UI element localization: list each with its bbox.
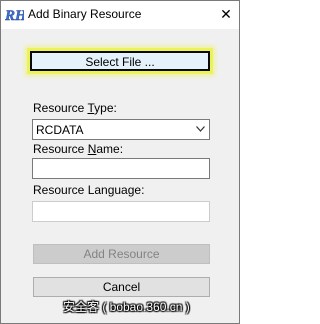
select-file-button[interactable]: Select File ... [30, 51, 210, 71]
window-title: Add Binary Resource [28, 7, 142, 21]
close-button[interactable]: ✕ [215, 4, 237, 24]
resource-type-label-suffix: ype: [94, 101, 117, 115]
resource-language-input[interactable] [32, 201, 210, 222]
close-icon: ✕ [220, 6, 232, 22]
resource-type-select[interactable]: RCDATA [32, 119, 210, 140]
resource-name-label-prefix: Resource [33, 142, 88, 156]
resource-type-value: RCDATA [36, 123, 84, 137]
chevron-down-icon[interactable] [196, 126, 205, 132]
svg-text:RH: RH [5, 8, 24, 22]
resource-type-label: Resource Type: [33, 101, 117, 115]
resource-type-label-prefix: Resource [33, 101, 88, 115]
resource-hacker-logo-icon: RH [5, 8, 24, 22]
cancel-button[interactable]: Cancel [33, 277, 210, 297]
add-binary-resource-dialog: RH Add Binary Resource ✕ Select File ...… [0, 0, 240, 324]
add-resource-button[interactable]: Add Resource [33, 244, 210, 264]
watermark-text: 安全客 ( bobao.360.cn ) [63, 300, 190, 314]
resource-name-label-suffix: ame: [96, 142, 124, 156]
title-bar[interactable]: RH Add Binary Resource ✕ [1, 1, 239, 29]
resource-name-input[interactable] [32, 158, 210, 179]
resource-language-label: Resource Language: [33, 183, 145, 197]
resource-name-label: Resource Name: [33, 142, 123, 156]
